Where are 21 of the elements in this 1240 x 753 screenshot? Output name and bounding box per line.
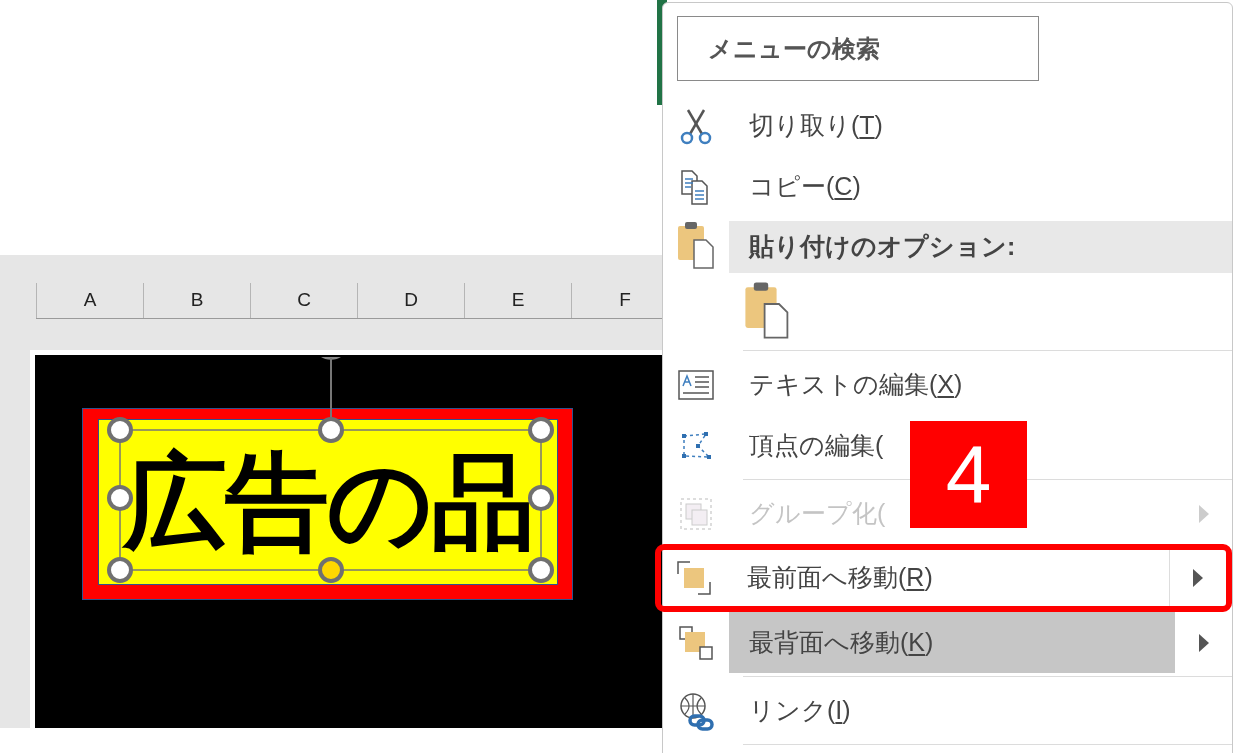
bring-front-icon (674, 558, 714, 598)
selection-handles-drawing[interactable] (107, 357, 554, 583)
column-header[interactable]: E (464, 283, 571, 318)
paste-option-button[interactable] (743, 280, 791, 340)
menu-item[interactable]: コピー(C) (663, 156, 861, 217)
menu-search-field[interactable]: メニューの検索 (677, 16, 1039, 81)
menu-section-header: 貼り付けのオプション: (729, 221, 1232, 273)
submenu-arrow-icon (1192, 568, 1204, 588)
clipboard-icon (676, 220, 716, 270)
submenu-arrow-icon (1197, 632, 1210, 653)
menu-item[interactable]: 最前面へ移動(R) (661, 550, 1226, 606)
menu-item[interactable]: 切り取り(T) (663, 95, 883, 156)
menu-item[interactable]: 頂点の編集( (663, 415, 884, 476)
step-number-tooltip: 4 (910, 421, 1027, 528)
column-header[interactable]: B (143, 283, 250, 318)
column-header[interactable]: D (357, 283, 464, 318)
menu-item[interactable]: リンク(I) (663, 680, 851, 741)
menu-item[interactable]: テキストの編集(X) (663, 354, 963, 415)
column-header[interactable]: A (36, 283, 143, 318)
submenu-arrow-icon (1197, 503, 1210, 524)
column-header[interactable]: C (250, 283, 357, 318)
